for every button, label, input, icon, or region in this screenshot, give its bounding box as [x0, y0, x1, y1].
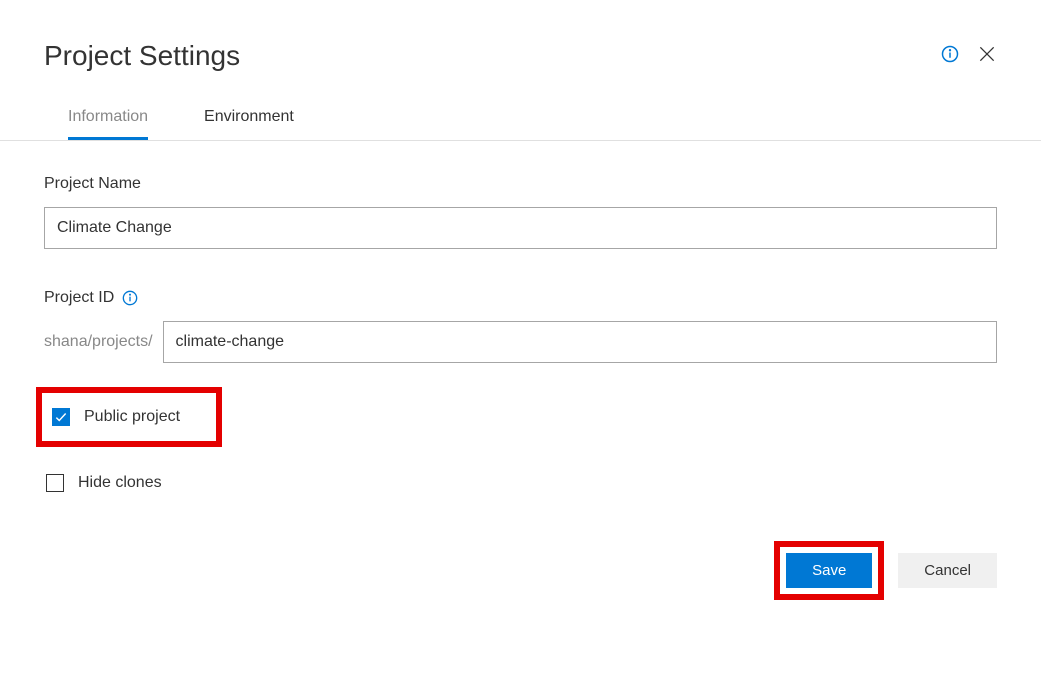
page-title: Project Settings [44, 40, 240, 72]
project-settings-dialog: Project Settings Information Environment… [0, 0, 1041, 630]
project-id-info-icon[interactable] [122, 290, 138, 306]
public-project-checkbox-row[interactable]: Public project [50, 403, 190, 431]
tabs-divider [0, 140, 1041, 141]
cancel-button[interactable]: Cancel [898, 553, 997, 588]
project-name-field-group: Project Name [44, 175, 997, 249]
header-actions [941, 44, 997, 64]
save-button[interactable]: Save [786, 553, 872, 588]
public-project-label: Public project [84, 408, 180, 426]
project-name-label: Project Name [44, 175, 997, 193]
save-button-highlight: Save [774, 541, 884, 600]
project-id-row: shana/projects/ [44, 321, 997, 363]
hide-clones-checkbox-row[interactable]: Hide clones [44, 469, 172, 497]
public-project-checkbox[interactable] [52, 408, 70, 426]
project-id-prefix: shana/projects/ [44, 333, 153, 351]
project-id-input[interactable] [163, 321, 997, 363]
project-id-label-text: Project ID [44, 289, 114, 307]
project-id-label: Project ID [44, 289, 997, 307]
public-project-highlight: Public project [36, 387, 222, 447]
form: Project Name Project ID shana/projects/ [44, 175, 997, 600]
tab-environment[interactable]: Environment [204, 108, 294, 140]
project-id-field-group: Project ID shana/projects/ [44, 289, 997, 363]
info-icon[interactable] [941, 45, 959, 63]
close-icon[interactable] [977, 44, 997, 64]
project-name-input[interactable] [44, 207, 997, 249]
check-icon [54, 410, 68, 424]
dialog-footer: Save Cancel [44, 541, 997, 600]
tabs: Information Environment [44, 108, 997, 140]
dialog-header: Project Settings [44, 40, 997, 72]
tab-information[interactable]: Information [68, 108, 148, 140]
hide-clones-checkbox[interactable] [46, 474, 64, 492]
hide-clones-label: Hide clones [78, 474, 162, 492]
